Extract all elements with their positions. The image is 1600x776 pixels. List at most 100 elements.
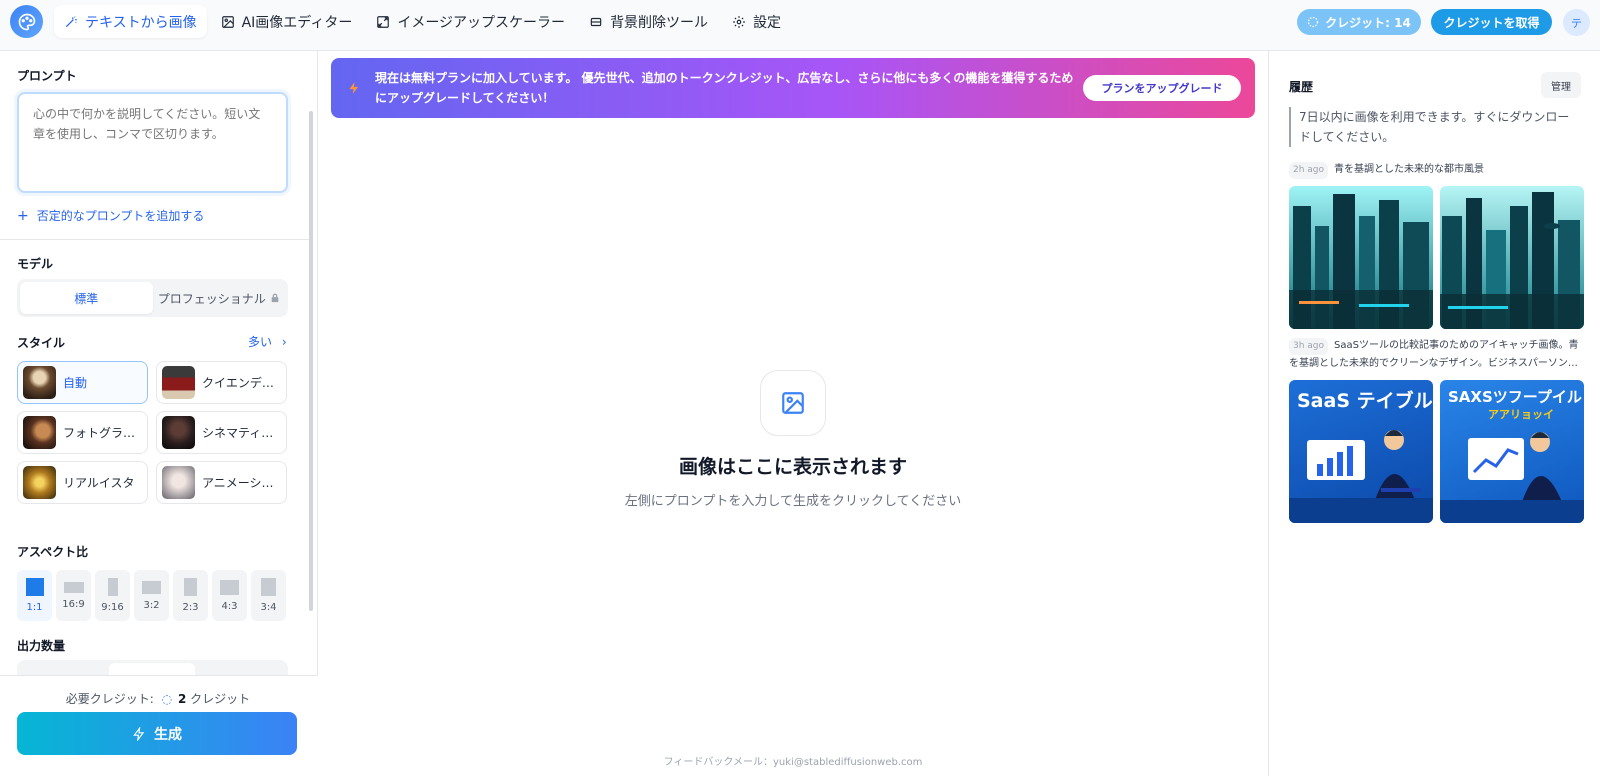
generate-label: 生成: [154, 726, 182, 743]
aspect-shape: [107, 578, 118, 596]
history-image[interactable]: [1440, 186, 1584, 329]
aspect-label: 1:1: [26, 602, 43, 613]
history-prompt: 青を基調とした未来的な都市風景: [1334, 164, 1485, 175]
aspect-shape: [25, 578, 44, 596]
history-image[interactable]: [1289, 186, 1433, 329]
lightning-icon: [133, 726, 145, 741]
aspect-option[interactable]: 4:3: [212, 570, 247, 621]
style-thumbnail: [162, 366, 195, 399]
main-nav: テキストから画像 AI画像エディター イメージアップスケーラー 背景削除ツール …: [54, 5, 791, 38]
prompt-label: プロンプト: [17, 69, 77, 83]
lightning-icon: [349, 82, 359, 94]
nav-label: AI画像エディター: [241, 14, 353, 31]
style-option-label: シネマティック: [202, 426, 281, 440]
get-credits-button[interactable]: クレジットを取得: [1431, 9, 1552, 35]
plus-icon: +: [17, 207, 29, 224]
style-option[interactable]: クイエンデザ…: [156, 361, 287, 404]
required-credits-value: 2: [177, 692, 187, 706]
aspect-option[interactable]: 9:16: [95, 570, 130, 621]
aspect-label: 3:2: [143, 599, 160, 611]
sidebar-scrollbar[interactable]: [309, 111, 313, 611]
aspect-label: 16:9: [62, 598, 85, 610]
style-option[interactable]: シネマティック: [156, 411, 287, 454]
history-panel: 履歴 管理 7日以内に画像を利用できます。すぐにダウンロードしてください。 2h…: [1268, 51, 1600, 776]
coin-icon: [1308, 16, 1319, 28]
style-label: スタイル: [17, 336, 66, 350]
nav-image-upscaler[interactable]: イメージアップスケーラー: [366, 5, 575, 38]
chevron-right-icon: ›: [281, 335, 287, 349]
style-option[interactable]: アニメーション: [156, 461, 287, 504]
style-thumbnail: [23, 466, 56, 499]
output-count-toggle[interactable]: [17, 660, 288, 676]
aspect-shape: [63, 581, 84, 593]
upgrade-plan-button[interactable]: プランをアップグレード: [1083, 75, 1241, 101]
timestamp-badge: 2h ago: [1289, 162, 1329, 179]
eraser-icon: [590, 17, 602, 26]
style-option[interactable]: 自動: [17, 361, 148, 404]
style-thumbnail: [162, 416, 195, 449]
required-credits-unit: クレジット: [190, 692, 251, 706]
history-image-row: SaaS テイブル SAXSツフープイル アアリョッイ: [1289, 380, 1584, 523]
aspect-option[interactable]: 16:9: [56, 570, 91, 621]
timestamp-badge: 3h ago: [1289, 338, 1329, 355]
nav-text-to-image[interactable]: テキストから画像: [54, 5, 207, 38]
banner-text: 現在は無料プランに加入しています。 優先世代、追加のトークンクレジット、広告なし…: [375, 71, 1074, 105]
generate-button[interactable]: 生成: [17, 712, 297, 755]
style-thumbnail: [162, 466, 195, 499]
model-professional[interactable]: プロフェッショナル: [153, 282, 286, 314]
history-entry-header: 3h ago SaaSツールの比較記事のためのアイキャッチ画像。青を基調とした未来…: [1289, 337, 1585, 372]
avatar[interactable]: テ: [1563, 9, 1590, 36]
history-image[interactable]: SaaS テイブル: [1289, 380, 1433, 523]
model-standard[interactable]: 標準: [20, 282, 153, 314]
credits-badge[interactable]: クレジット: 14: [1297, 9, 1421, 35]
aspect-option[interactable]: 3:2: [134, 570, 169, 621]
top-navigation: テキストから画像 AI画像エディター イメージアップスケーラー 背景削除ツール …: [0, 0, 1600, 51]
add-negative-prompt-link[interactable]: + 否定的なプロンプトを追加する: [17, 207, 204, 224]
aspect-ratio-label: アスペクト比: [17, 545, 89, 559]
nav-label: イメージアップスケーラー: [397, 14, 566, 31]
aspect-shape: [261, 578, 276, 596]
aspect-option[interactable]: 2:3: [173, 570, 208, 621]
style-option[interactable]: フォトグラフ…: [17, 411, 148, 454]
model-label-text: プロフェッショナル: [157, 291, 266, 306]
history-title: 履歴: [1289, 80, 1314, 94]
manage-button[interactable]: 管理: [1541, 72, 1581, 98]
nav-background-remover[interactable]: 背景削除ツール: [579, 5, 718, 38]
gear-icon: [733, 15, 745, 28]
required-credits: 必要クレジット: ◌ 2 クレジット: [0, 690, 316, 707]
credits-label: クレジット: 14: [1325, 15, 1411, 30]
palette-logo-icon[interactable]: [10, 5, 43, 38]
style-option[interactable]: リアルイスタ: [17, 461, 148, 504]
aspect-option[interactable]: 3:4: [251, 570, 286, 621]
placeholder-subtitle: 左側にプロンプトを入力して生成をクリックしてください: [624, 494, 962, 509]
lock-icon: [271, 293, 279, 303]
negative-prompt-label: 否定的なプロンプトを追加する: [36, 209, 205, 223]
generation-sidebar: プロンプト + 否定的なプロンプトを追加する モデル 標準 プロフェッショナル …: [0, 51, 318, 776]
style-thumbnail: [23, 416, 56, 449]
history-note: 7日以内に画像を利用できます。すぐにダウンロードしてください。: [1289, 107, 1581, 147]
nav-settings[interactable]: 設定: [722, 5, 791, 38]
style-option-label: フォトグラフ…: [63, 426, 142, 440]
image-icon: [221, 15, 234, 28]
model-label-text: 標準: [74, 291, 99, 306]
aspect-option[interactable]: 1:1: [17, 570, 52, 621]
generate-panel: 必要クレジット: ◌ 2 クレジット 生成: [0, 675, 318, 776]
prompt-input[interactable]: [17, 92, 288, 193]
required-credits-prefix: 必要クレジット:: [65, 692, 154, 706]
history-entry-header: 2h ago 青を基調とした未来的な都市風景: [1289, 161, 1585, 179]
divider: [0, 239, 310, 240]
history-image[interactable]: SAXSツフープイル アアリョッイ: [1440, 380, 1584, 523]
history-prompt: SaaSツールの比較記事のためのアイキャッチ画像。青を基調とした未来的でクリーン…: [1289, 340, 1579, 369]
style-option-label: アニメーション: [202, 476, 281, 490]
aspect-label: 3:4: [260, 602, 277, 613]
aspect-shape: [142, 580, 161, 594]
aspect-label: 2:3: [182, 602, 199, 613]
nav-ai-image-editor[interactable]: AI画像エディター: [211, 5, 363, 38]
feedback-email[interactable]: フィードバックメール：yuki@stablediffusionweb.com: [331, 753, 1255, 768]
style-more-link[interactable]: 多い ›: [248, 333, 287, 350]
nav-label: 設定: [753, 14, 782, 31]
coin-icon: ◌: [161, 692, 173, 706]
aspect-shape: [184, 578, 197, 596]
aspect-label: 4:3: [221, 600, 238, 612]
expand-icon: [377, 15, 390, 28]
